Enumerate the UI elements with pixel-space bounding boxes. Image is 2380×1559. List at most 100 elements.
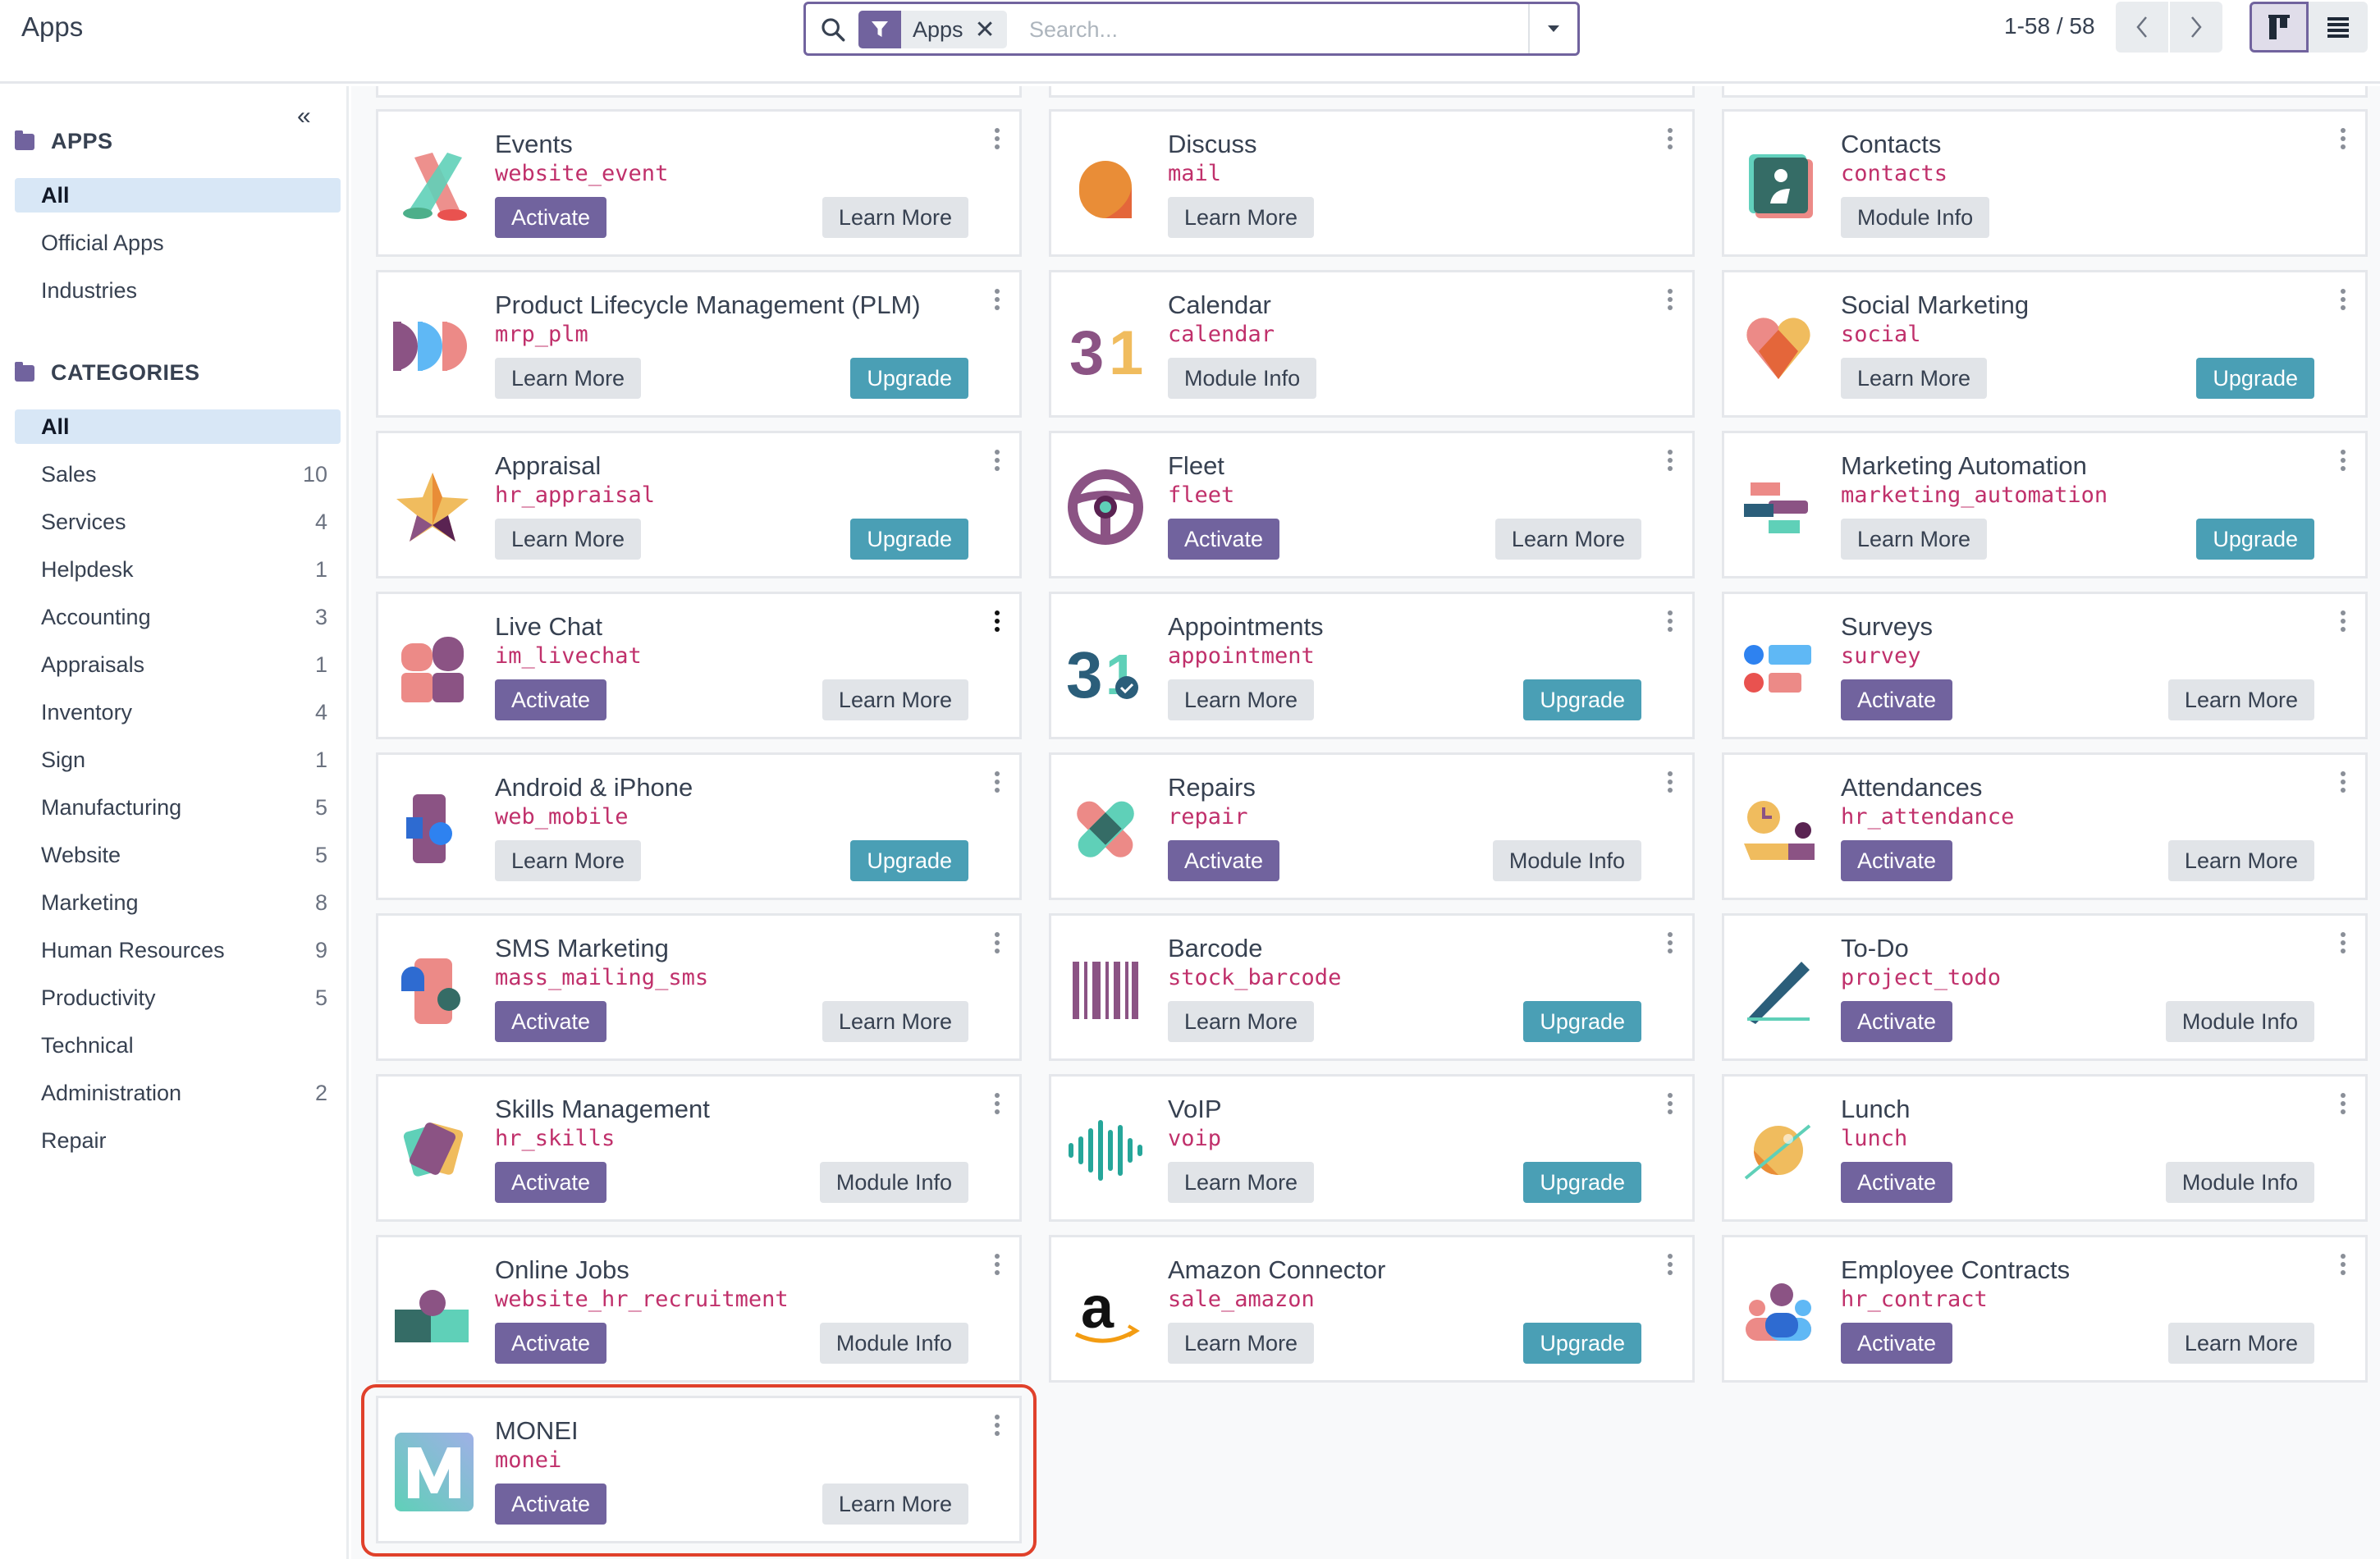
app-card[interactable]: Social Marketing social Learn More Upgrade [1722, 270, 2368, 418]
remove-facet-icon[interactable]: ✕ [975, 16, 1007, 44]
more-options-icon[interactable] [2341, 771, 2347, 793]
module-info-button[interactable]: Module Info [819, 1323, 968, 1364]
upgrade-button[interactable]: Upgrade [1523, 1001, 1641, 1042]
activate-button[interactable]: Activate [495, 197, 607, 238]
app-card[interactable]: 3 1 Appointments appointment Learn More Upgra… [1049, 592, 1695, 739]
upgrade-button[interactable]: Upgrade [2196, 519, 2314, 560]
app-card[interactable]: Product Lifecycle Management (PLM) mrp_pl… [376, 270, 1022, 418]
sidebar-category-administration[interactable]: Administration 2 [15, 1076, 341, 1110]
upgrade-button[interactable]: Upgrade [1523, 679, 1641, 720]
sidebar-item-apps-official-apps[interactable]: Official Apps [15, 226, 341, 260]
activate-button[interactable]: Activate [495, 679, 607, 720]
sidebar-category-inventory[interactable]: Inventory 4 [15, 695, 341, 729]
sidebar-category-helpdesk[interactable]: Helpdesk 1 [15, 552, 341, 587]
sidebar-category-technical[interactable]: Technical [15, 1028, 341, 1063]
app-card[interactable]: a Amazon Connector sale_amazon Learn More Up… [1049, 1235, 1695, 1383]
more-options-icon[interactable] [995, 289, 1001, 310]
learn-more-button[interactable]: Learn More [1168, 1323, 1315, 1364]
app-card[interactable]: Online Jobs website_hr_recruitment Activat… [376, 1235, 1022, 1383]
learn-more-button[interactable]: Learn More [1168, 1001, 1315, 1042]
sidebar-category-productivity[interactable]: Productivity 5 [15, 981, 341, 1015]
upgrade-button[interactable]: Upgrade [1523, 1323, 1641, 1364]
upgrade-button[interactable]: Upgrade [850, 519, 968, 560]
learn-more-button[interactable]: Learn More [1841, 358, 1988, 399]
upgrade-button[interactable]: Upgrade [850, 840, 968, 881]
sidebar-category-sign[interactable]: Sign 1 [15, 743, 341, 777]
learn-more-button[interactable]: Learn More [495, 840, 642, 881]
activate-button[interactable]: Activate [1168, 519, 1280, 560]
more-options-icon[interactable] [2341, 932, 2347, 953]
more-options-icon[interactable] [1668, 771, 1674, 793]
activate-button[interactable]: Activate [495, 1484, 607, 1525]
search-input[interactable] [1029, 12, 1489, 47]
activate-button[interactable]: Activate [1841, 1001, 1953, 1042]
kanban-view-button[interactable] [2250, 2, 2309, 53]
app-card[interactable]: Repairs repair Activate Module Info [1049, 752, 1695, 900]
module-info-button[interactable]: Module Info [2165, 1001, 2314, 1042]
sidebar-category-all[interactable]: All [15, 409, 341, 444]
search-options-toggle[interactable] [1528, 4, 1577, 53]
sidebar-category-marketing[interactable]: Marketing 8 [15, 885, 341, 920]
more-options-icon[interactable] [995, 610, 1001, 632]
more-options-icon[interactable] [995, 932, 1001, 953]
sidebar-category-repair[interactable]: Repair [15, 1123, 341, 1158]
collapse-sidebar-icon[interactable]: « [297, 103, 311, 130]
activate-button[interactable]: Activate [1841, 679, 1953, 720]
learn-more-button[interactable]: Learn More [822, 197, 968, 238]
sidebar-category-website[interactable]: Website 5 [15, 838, 341, 872]
upgrade-button[interactable]: Upgrade [1523, 1162, 1641, 1203]
sidebar-item-apps-all[interactable]: All [15, 178, 341, 213]
search-bar[interactable]: Apps ✕ [803, 2, 1580, 56]
module-info-button[interactable]: Module Info [1168, 358, 1317, 399]
app-card[interactable]: Appraisal hr_appraisal Learn More Upgrade [376, 431, 1022, 578]
sidebar-category-services[interactable]: Services 4 [15, 505, 341, 539]
app-card[interactable]: VoIP voip Learn More Upgrade [1049, 1074, 1695, 1222]
pager-value[interactable]: 1-58 / 58 [2004, 13, 2095, 39]
pager-previous-button[interactable] [2116, 2, 2168, 53]
learn-more-button[interactable]: Learn More [1168, 197, 1315, 238]
learn-more-button[interactable]: Learn More [1168, 679, 1315, 720]
app-card[interactable]: Employee Contracts hr_contract Activate Lea… [1722, 1235, 2368, 1383]
learn-more-button[interactable]: Learn More [822, 679, 968, 720]
more-options-icon[interactable] [995, 1093, 1001, 1114]
app-card[interactable]: Marketing Automation marketing_automation… [1722, 431, 2368, 578]
learn-more-button[interactable]: Learn More [1841, 519, 1988, 560]
sidebar-item-apps-industries[interactable]: Industries [15, 273, 341, 308]
app-card[interactable]: Attendances hr_attendance Activate Learn Mo… [1722, 752, 2368, 900]
upgrade-button[interactable]: Upgrade [850, 358, 968, 399]
module-info-button[interactable]: Module Info [819, 1162, 968, 1203]
learn-more-button[interactable]: Learn More [2167, 1323, 2314, 1364]
activate-button[interactable]: Activate [1841, 1323, 1953, 1364]
sidebar-category-human-resources[interactable]: Human Resources 9 [15, 933, 341, 967]
more-options-icon[interactable] [1668, 289, 1674, 310]
more-options-icon[interactable] [995, 1415, 1001, 1436]
more-options-icon[interactable] [995, 1254, 1001, 1275]
more-options-icon[interactable] [1668, 610, 1674, 632]
app-card[interactable]: Discuss mail Learn More [1049, 109, 1695, 257]
learn-more-button[interactable]: Learn More [1168, 1162, 1315, 1203]
learn-more-button[interactable]: Learn More [2167, 840, 2314, 881]
learn-more-button[interactable]: Learn More [1494, 519, 1641, 560]
more-options-icon[interactable] [1668, 450, 1674, 471]
more-options-icon[interactable] [995, 771, 1001, 793]
more-options-icon[interactable] [2341, 1093, 2347, 1114]
sidebar-category-accounting[interactable]: Accounting 3 [15, 600, 341, 634]
learn-more-button[interactable]: Learn More [495, 519, 642, 560]
upgrade-button[interactable]: Upgrade [2196, 358, 2314, 399]
list-view-button[interactable] [2309, 2, 2368, 53]
app-card[interactable]: Events website_event Activate Learn More [376, 109, 1022, 257]
learn-more-button[interactable]: Learn More [495, 358, 642, 399]
pager-next-button[interactable] [2170, 2, 2222, 53]
activate-button[interactable]: Activate [495, 1323, 607, 1364]
more-options-icon[interactable] [1668, 1254, 1674, 1275]
app-card[interactable]: Contacts contacts Module Info [1722, 109, 2368, 257]
sidebar-category-manufacturing[interactable]: Manufacturing 5 [15, 790, 341, 825]
app-card[interactable]: To-Do project_todo Activate Module Info [1722, 913, 2368, 1061]
app-card[interactable]: Surveys survey Activate Learn More [1722, 592, 2368, 739]
search-facet[interactable]: Apps ✕ [858, 11, 1007, 48]
more-options-icon[interactable] [2341, 610, 2347, 632]
learn-more-button[interactable]: Learn More [2167, 679, 2314, 720]
module-info-button[interactable]: Module Info [1492, 840, 1641, 881]
app-card[interactable]: Android & iPhone web_mobile Learn More Upgr… [376, 752, 1022, 900]
more-options-icon[interactable] [2341, 289, 2347, 310]
